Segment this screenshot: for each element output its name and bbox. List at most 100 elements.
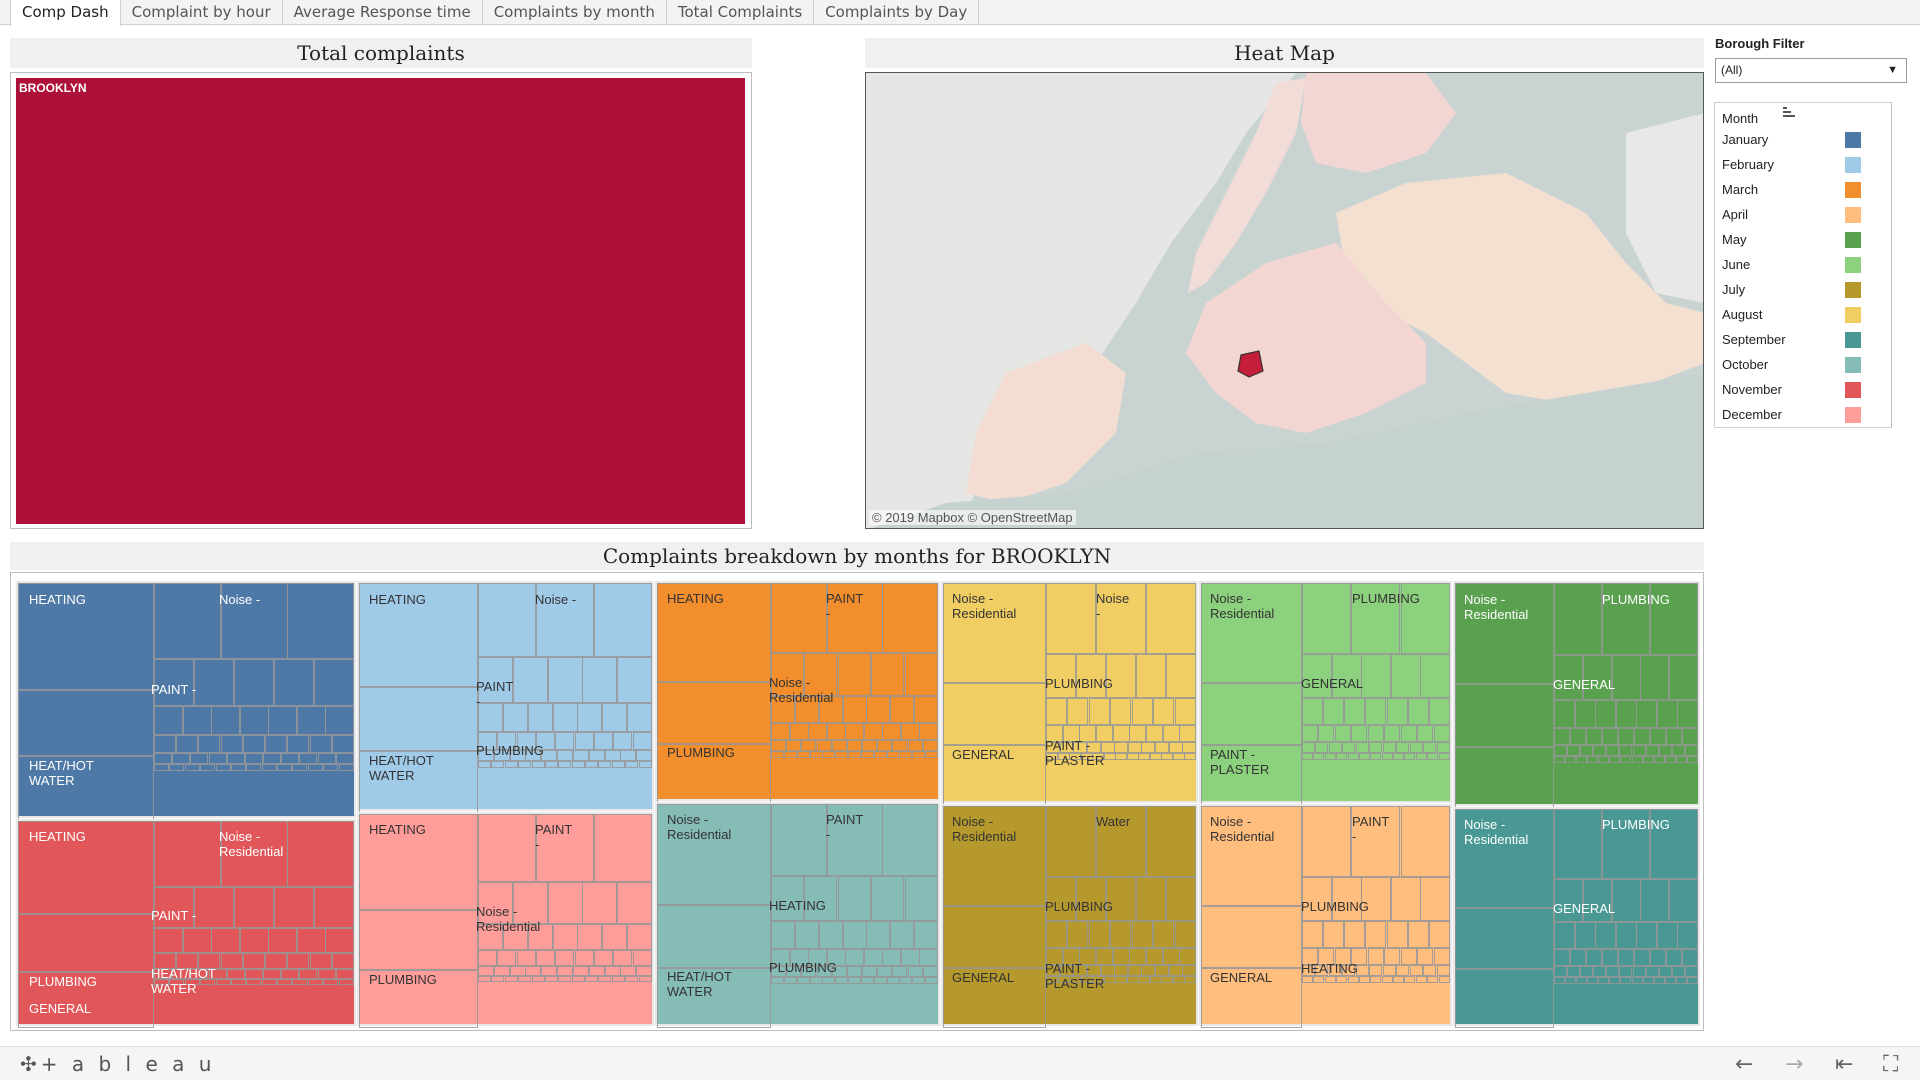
treemap-cell[interactable] [497, 950, 516, 966]
treemap-cell[interactable] [1554, 756, 1565, 763]
treemap-cell[interactable] [1163, 948, 1180, 965]
treemap-cell[interactable] [221, 953, 243, 969]
treemap-cell[interactable] [572, 976, 585, 982]
treemap-cell[interactable] [925, 977, 938, 984]
treemap-cell[interactable] [478, 814, 536, 882]
treemap-cell[interactable] [274, 887, 314, 928]
treemap-cell[interactable] [612, 976, 625, 982]
treemap-cell[interactable] [1361, 654, 1391, 698]
treemap-cell[interactable] [545, 761, 558, 768]
legend-item-march[interactable]: March [1722, 177, 1758, 202]
treemap-cell[interactable] [532, 976, 545, 982]
treemap-cell[interactable] [1554, 728, 1570, 745]
treemap-cell[interactable] [1128, 965, 1142, 976]
treemap-cell[interactable] [227, 969, 245, 979]
month-block-june[interactable]: Noise - Residential PLUMBING GENERAL PAINT … [1199, 581, 1452, 805]
treemap-cell[interactable] [265, 953, 287, 969]
legend-item-december[interactable]: December [1722, 402, 1782, 427]
treemap-cell[interactable] [332, 735, 354, 753]
treemap-cell[interactable] [594, 814, 652, 882]
treemap-cell[interactable] [605, 750, 621, 761]
treemap-cell[interactable] [613, 950, 632, 966]
treemap-cell[interactable] [1404, 976, 1415, 983]
treemap-cell[interactable] [1416, 976, 1427, 983]
treemap-cell[interactable] [1554, 922, 1575, 949]
month-block-march[interactable]: HEATING PAINT - Noise - Residential PLUMBIN… [655, 581, 940, 803]
treemap-cell[interactable] [154, 583, 221, 659]
treemap-cell[interactable] [790, 723, 809, 740]
treemap-cell[interactable] [1643, 977, 1654, 984]
sort-icon[interactable] [1782, 106, 1796, 121]
legend-item-august[interactable]: August [1722, 302, 1762, 327]
treemap-cell[interactable] [843, 696, 867, 723]
treemap-cell[interactable] [582, 882, 617, 924]
treemap-cell[interactable] [797, 977, 810, 984]
legend-item-february[interactable]: February [1722, 152, 1774, 177]
treemap-cell[interactable] [1619, 966, 1632, 977]
treemap-cell[interactable] [1184, 753, 1196, 760]
treemap-cell[interactable] [1455, 908, 1554, 969]
month-block-october[interactable]: Noise - Residential PAINT - HEATING HEAT/HO… [655, 802, 940, 1028]
treemap-cell[interactable] [323, 764, 338, 771]
treemap-cell[interactable] [154, 764, 169, 771]
treemap-cell[interactable] [558, 976, 571, 982]
treemap-cell[interactable] [532, 761, 545, 768]
treemap-cell[interactable] [943, 906, 1046, 968]
treemap-cell[interactable] [1593, 966, 1606, 977]
treemap-cell[interactable] [636, 750, 652, 761]
treemap-cell[interactable] [240, 706, 269, 735]
tab-complaints-by-day[interactable]: Complaints by Day [814, 0, 980, 25]
treemap-cell[interactable] [194, 659, 234, 706]
treemap-cell[interactable] [1586, 728, 1602, 745]
treemap-cell[interactable] [1598, 977, 1609, 984]
treemap-cell[interactable] [1618, 949, 1634, 966]
treemap-cell[interactable] [1576, 756, 1587, 763]
treemap-cell[interactable] [1598, 756, 1609, 763]
treemap-cell[interactable] [636, 966, 652, 976]
treemap-cell[interactable] [281, 969, 299, 979]
treemap-cell[interactable] [336, 969, 354, 979]
treemap-cell[interactable] [890, 696, 914, 723]
treemap-cell[interactable] [598, 761, 611, 768]
treemap-cell[interactable] [627, 924, 652, 950]
treemap-cell[interactable] [1554, 977, 1565, 984]
month-block-may[interactable]: Noise - Residential PLUMBING GENERAL [1453, 581, 1700, 808]
treemap-cell[interactable] [1654, 977, 1665, 984]
treemap-cell[interactable] [1302, 921, 1323, 948]
treemap-cell[interactable] [1632, 977, 1643, 984]
treemap-cell[interactable] [1423, 742, 1436, 753]
treemap-cell[interactable] [1434, 948, 1450, 965]
treemap-cell[interactable] [827, 723, 846, 740]
treemap-cell[interactable] [605, 966, 621, 976]
treemap-cell[interactable] [1153, 921, 1174, 948]
treemap-cell[interactable] [211, 706, 240, 735]
treemap-cell[interactable] [1370, 753, 1381, 760]
treemap-cell[interactable] [1089, 698, 1110, 725]
treemap-cell[interactable] [172, 753, 190, 764]
treemap-cell[interactable] [1570, 728, 1586, 745]
treemap-cell[interactable] [545, 976, 558, 982]
treemap-cell[interactable] [277, 764, 292, 771]
treemap-cell[interactable] [1586, 949, 1602, 966]
treemap-cell[interactable] [1654, 756, 1665, 763]
treemap-cell[interactable] [263, 969, 281, 979]
treemap-cell[interactable] [198, 735, 220, 753]
treemap-cell[interactable] [1666, 728, 1682, 745]
treemap-cell[interactable] [265, 735, 287, 753]
treemap-cell[interactable] [268, 706, 297, 735]
treemap-cell[interactable] [169, 764, 184, 771]
legend-item-september[interactable]: September [1722, 327, 1786, 352]
treemap-cell[interactable] [211, 928, 240, 953]
treemap-cell[interactable] [573, 966, 589, 976]
treemap-cell[interactable] [1634, 949, 1650, 966]
treemap-cell[interactable] [620, 750, 636, 761]
treemap-cell[interactable] [1384, 948, 1400, 965]
treemap-cell[interactable] [919, 723, 938, 740]
treemap-cell[interactable] [1567, 745, 1580, 756]
treemap-cell[interactable] [899, 977, 912, 984]
legend-item-april[interactable]: April [1722, 202, 1748, 227]
treemap-cell[interactable] [797, 751, 810, 758]
treemap-cell[interactable] [862, 966, 877, 977]
treemap-cell[interactable] [1410, 742, 1423, 753]
month-block-august[interactable]: Noise - Residential Noise - PLUMBING GENERA… [941, 581, 1198, 805]
